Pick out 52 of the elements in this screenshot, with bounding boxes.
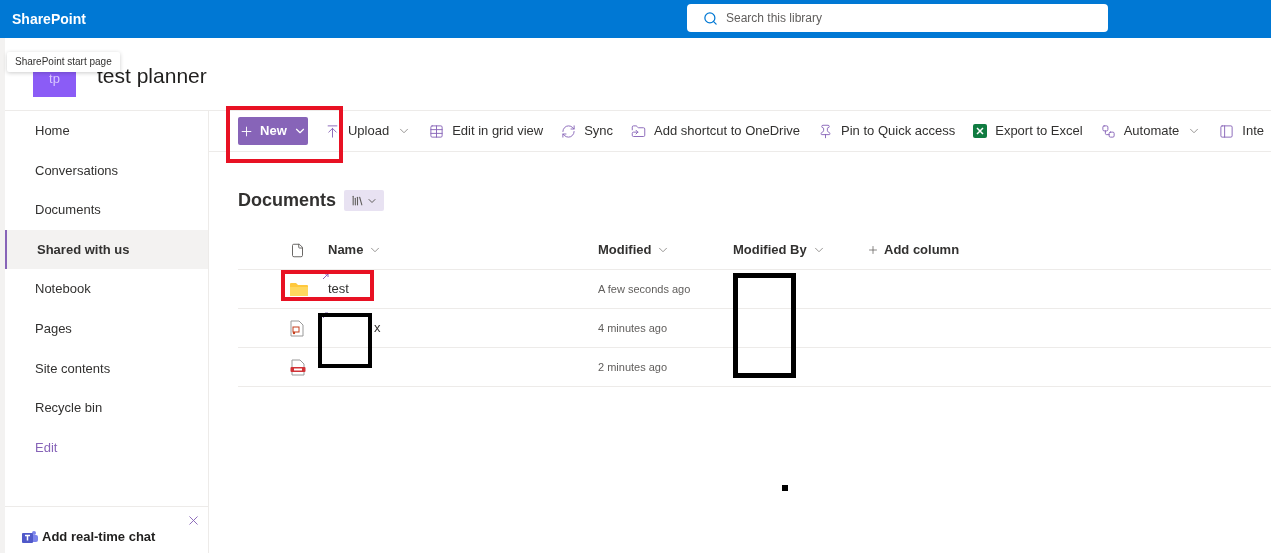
nav-item[interactable]: Home bbox=[5, 111, 208, 151]
presentation-file-icon bbox=[290, 319, 304, 337]
add-column-button[interactable]: Add column bbox=[867, 240, 960, 260]
nav-item[interactable]: Shared with us bbox=[5, 229, 208, 270]
nav-item[interactable]: Documents bbox=[5, 190, 208, 230]
new-button[interactable]: New bbox=[238, 117, 308, 145]
toolbar-button[interactable]: Inte bbox=[1212, 117, 1271, 145]
search-icon bbox=[703, 10, 718, 26]
search-box[interactable]: Search this library bbox=[687, 4, 1108, 32]
toolbar-button[interactable]: Sync bbox=[554, 117, 621, 145]
library-icon bbox=[350, 194, 364, 207]
nav-item[interactable]: Notebook bbox=[5, 269, 208, 309]
toolbar-button[interactable]: Automate bbox=[1093, 117, 1209, 145]
column-header[interactable]: Modified By bbox=[733, 240, 867, 260]
file-name[interactable]: x bbox=[374, 318, 381, 338]
nav-item[interactable]: Site contents bbox=[5, 348, 208, 389]
teams-icon bbox=[22, 529, 38, 544]
modified-cell-text: 4 minutes ago bbox=[598, 320, 669, 336]
edit-link[interactable]: Edit bbox=[5, 427, 208, 468]
pdf-file-icon bbox=[290, 358, 306, 376]
tooltip: SharePoint start page bbox=[7, 52, 120, 72]
sync-icon bbox=[561, 123, 577, 139]
nav-item[interactable]: Conversations bbox=[5, 150, 208, 191]
folder-link-icon bbox=[631, 123, 647, 139]
folder-icon bbox=[290, 282, 308, 296]
app-title[interactable]: SharePoint bbox=[12, 8, 86, 30]
toolbar-button[interactable]: Edit in grid view bbox=[422, 117, 551, 145]
nav-item[interactable]: Recycle bin bbox=[5, 388, 208, 428]
grid-icon bbox=[429, 123, 445, 139]
pin-icon bbox=[818, 123, 834, 139]
plus-icon bbox=[867, 244, 879, 256]
column-header[interactable]: Name bbox=[328, 240, 598, 260]
nav-item[interactable]: Pages bbox=[5, 308, 208, 349]
chat-title: Add real-time chat bbox=[42, 528, 156, 546]
file-name[interactable]: test bbox=[328, 279, 349, 299]
modified-cell-text: A few seconds ago bbox=[598, 281, 692, 297]
flow-icon bbox=[1100, 123, 1116, 139]
toolbar-button[interactable]: Add shortcut to OneDrive bbox=[624, 117, 808, 145]
toolbar-button[interactable]: Upload bbox=[317, 117, 419, 145]
panel-icon bbox=[1219, 123, 1235, 139]
view-switcher[interactable] bbox=[344, 190, 384, 211]
excel-icon bbox=[973, 124, 988, 138]
toolbar-button[interactable]: Export to Excel bbox=[966, 117, 1090, 145]
plus-icon bbox=[239, 123, 255, 139]
redaction-box bbox=[318, 313, 372, 368]
close-button[interactable] bbox=[186, 513, 201, 528]
search-field[interactable]: Search this library bbox=[726, 9, 1108, 27]
toolbar-button[interactable]: Pin to Quick access bbox=[811, 117, 963, 145]
library-title: Documents bbox=[238, 189, 336, 212]
file-type-icon bbox=[290, 242, 305, 258]
modified-cell-text: 2 minutes ago bbox=[598, 359, 669, 375]
column-header[interactable]: Modified bbox=[598, 240, 733, 260]
